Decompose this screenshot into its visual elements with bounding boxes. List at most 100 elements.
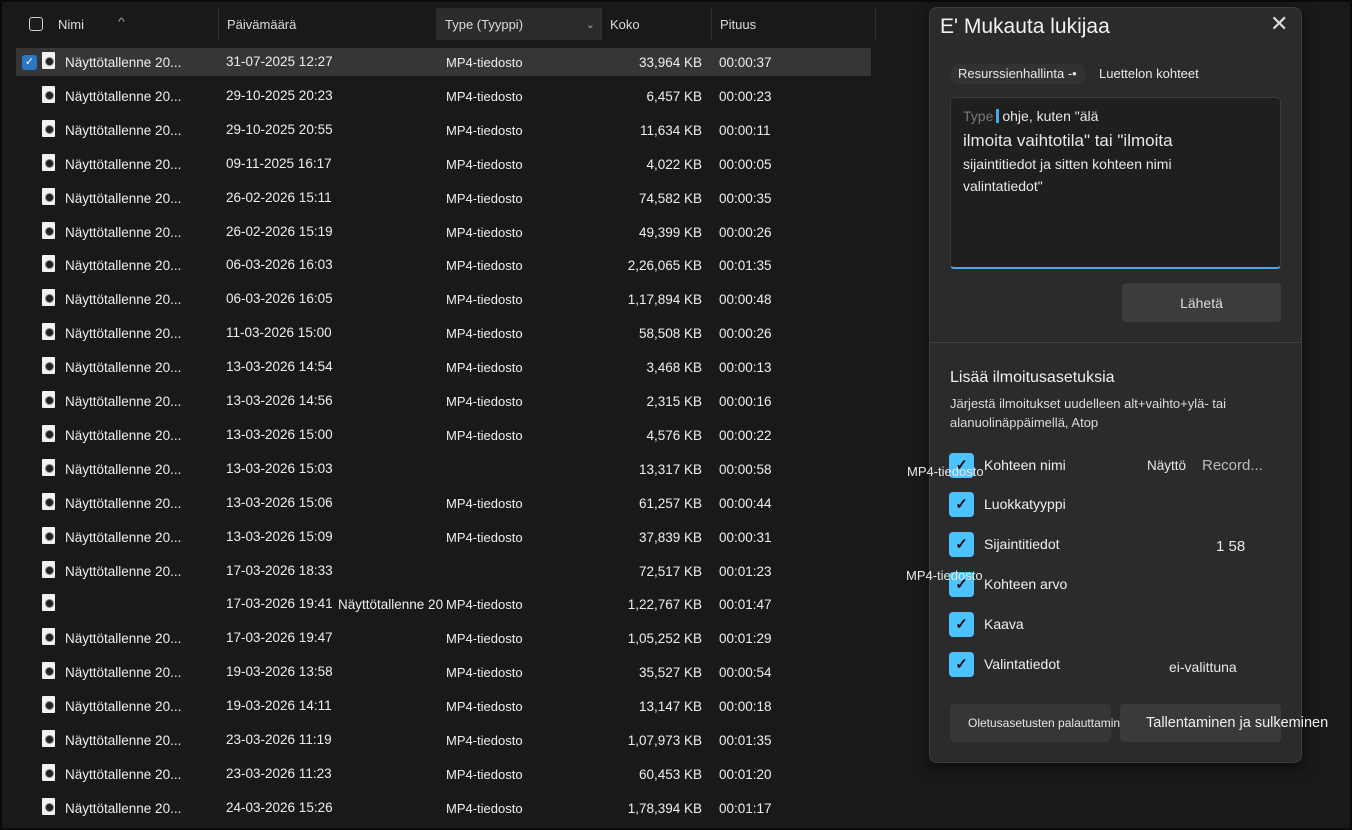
cell-size: 1,07,973 KB: [627, 733, 702, 748]
cell-date: 06-03-2026 16:03: [226, 257, 333, 272]
table-row[interactable]: Näyttötallenne 20... 19-03-2026 14:11 MP4-…: [16, 692, 871, 720]
cell-length: 00:00:48: [719, 292, 772, 307]
cell-length: 00:01:35: [719, 258, 772, 273]
dialog-title: E' Mukauta lukijaa: [940, 15, 1110, 38]
cell-length: 00:00:23: [719, 89, 772, 104]
divider: [930, 342, 1301, 343]
video-file-icon: [42, 493, 55, 510]
cell-type: MP4-tiedosto: [446, 89, 523, 104]
table-row[interactable]: Näyttötallenne 20... 13-03-2026 15:06 MP4-…: [16, 489, 871, 517]
cell-name: Näyttötallenne 20...: [65, 360, 182, 375]
cell-size: 60,453 KB: [638, 767, 702, 782]
cell-type: MP4-tiedosto: [446, 631, 523, 646]
select-all-checkbox[interactable]: [29, 17, 43, 31]
close-icon[interactable]: ✕: [1270, 11, 1288, 37]
cell-type: MP4-tiedosto: [446, 123, 523, 138]
video-file-icon: [42, 594, 55, 611]
cell-length: 00:00:13: [719, 360, 772, 375]
cell-length: 00:00:54: [719, 665, 772, 680]
customize-reader-dialog: E' Mukauta lukijaa ✕ Resurssienhallinta …: [906, 7, 1328, 763]
table-row[interactable]: 17-03-2026 19:41 MP4-tiedosto 1,22,767 KB 0…: [16, 590, 871, 618]
table-row[interactable]: Näyttötallenne 20... 26-02-2026 15:11 MP4-…: [16, 184, 871, 212]
table-row[interactable]: Näyttötallenne 20... 13-03-2026 14:54 MP4-…: [16, 353, 871, 381]
table-row[interactable]: Näyttötallenne 20... 11-03-2026 15:00 MP4-…: [16, 319, 871, 347]
table-row[interactable]: Näyttötallenne 20... 13-03-2026 15:03 13,3…: [16, 455, 871, 483]
row-checkbox-icon[interactable]: ✓: [22, 55, 37, 70]
cell-type: MP4-tiedosto: [446, 767, 523, 782]
cell-length: 00:00:37: [719, 55, 772, 70]
cell-size: 1,17,894 KB: [627, 292, 702, 307]
option-label: Kohteen nimi: [984, 457, 1066, 473]
table-row[interactable]: Näyttötallenne 20... 13-03-2026 14:56 MP4-…: [16, 387, 871, 415]
checkbox-checked-icon[interactable]: ✓: [949, 652, 974, 677]
video-file-icon: [42, 188, 55, 205]
cell-size: 11,634 KB: [639, 123, 702, 138]
pill-list-items[interactable]: Luettelon kohteet: [1099, 64, 1199, 84]
send-button[interactable]: Lähetä: [1122, 283, 1281, 322]
table-row[interactable]: Näyttötallenne 20... 26-02-2026 15:19 MP4-…: [16, 218, 871, 246]
cell-type: MP4-tiedosto: [446, 496, 523, 511]
cell-date: 13-03-2026 15:09: [226, 529, 333, 544]
cell-date: 26-02-2026 15:19: [226, 224, 333, 239]
pill-explorer[interactable]: Resurssienhallinta -•: [950, 64, 1086, 84]
cell-type: MP4-tiedosto: [446, 55, 523, 70]
table-row[interactable]: Näyttötallenne 20... 13-03-2026 15:09 MP4-…: [16, 523, 871, 551]
table-row[interactable]: Näyttötallenne 20... 24-03-2026 15:26 MP4-…: [16, 794, 871, 822]
checkbox-checked-icon[interactable]: ✓: [949, 492, 974, 517]
table-row[interactable]: Näyttötallenne 20... 23-03-2026 11:23 MP4-…: [16, 760, 871, 788]
cell-length: 00:01:35: [719, 733, 772, 748]
instruction-text-2: ilmoita vaihtotila" tai "ilmoita: [963, 130, 1173, 150]
column-header-length[interactable]: Pituus: [712, 8, 876, 40]
cell-date: 11-03-2026 15:00: [226, 325, 332, 340]
cell-length: 00:00:05: [719, 157, 772, 172]
chevron-down-icon[interactable]: ⌄: [586, 8, 595, 42]
column-header-name[interactable]: ^ Nimi: [16, 8, 219, 40]
cell-size: 35,527 KB: [638, 665, 702, 680]
cell-name: Näyttötallenne 20...: [65, 496, 182, 511]
cell-name: Näyttötallenne 20...: [65, 89, 182, 104]
checkbox-checked-icon[interactable]: ✓: [949, 612, 974, 637]
preview-type-1: MP4-tiedosto: [907, 464, 984, 479]
table-row[interactable]: Näyttötallenne 20... 29-10-2025 20:23 MP4-…: [16, 82, 871, 110]
table-row[interactable]: Näyttötallenne 20... 17-03-2026 18:33 72,5…: [16, 557, 871, 585]
video-file-icon: [42, 357, 55, 374]
save-and-close-button[interactable]: Tallentaminen ja sulkeminen: [1120, 704, 1328, 742]
cell-date: 09-11-2025 16:17: [226, 156, 332, 171]
video-file-icon: [42, 86, 55, 103]
table-row[interactable]: Näyttötallenne 20... 06-03-2026 16:05 MP4-…: [16, 285, 871, 313]
video-file-icon: [42, 662, 55, 679]
cell-name: Näyttötallenne 20...: [65, 157, 182, 172]
table-row[interactable]: Näyttötallenne 20... 09-11-2025 16:17 MP4-…: [16, 150, 871, 178]
column-header-date[interactable]: Päivämäärä: [219, 8, 437, 40]
table-row[interactable]: ✓ Näyttötallenne 20... 31-07-2025 12:27 MP4…: [16, 48, 871, 76]
file-list: ^ Nimi Päivämäärä Type (Tyyppi) ⌄ Koko P…: [16, 8, 876, 830]
instruction-input[interactable]: Type ohje, kuten "älä ilmoita vaihtotila"…: [950, 97, 1281, 269]
table-row[interactable]: Näyttötallenne 20... 23-03-2026 11:19 MP4-…: [16, 726, 871, 754]
video-file-icon: [42, 391, 55, 408]
instruction-text-1: ohje, kuten "älä: [1002, 108, 1099, 124]
checkbox-checked-icon[interactable]: ✓: [949, 532, 974, 557]
option-label: Sijaintitiedot: [984, 536, 1060, 552]
table-row[interactable]: Näyttötallenne 20... 19-03-2026 13:58 MP4-…: [16, 658, 871, 686]
cell-name: Näyttötallenne 20...: [65, 462, 182, 477]
cell-name: Näyttötallenne 20...: [65, 428, 182, 443]
table-row[interactable]: Näyttötallenne 20... 06-03-2026 16:03 MP4-…: [16, 251, 871, 279]
cell-date: 17-03-2026 18:33: [226, 563, 333, 578]
column-header-size[interactable]: Koko: [602, 8, 712, 40]
table-row[interactable]: Näyttötallenne 20... 17-03-2026 19:47 MP4-…: [16, 624, 871, 652]
reset-defaults-button[interactable]: Oletusasetusten palauttaminen: [950, 704, 1133, 742]
table-row[interactable]: Näyttötallenne 20... 29-10-2025 20:55 MP4-…: [16, 116, 871, 144]
cell-name: Näyttötallenne 20...: [65, 665, 182, 680]
table-row[interactable]: Näyttötallenne 20... 13-03-2026 15:00 MP4-…: [16, 421, 871, 449]
cell-name: Näyttötallenne 20...: [65, 767, 182, 782]
column-header-length-label: Pituus: [720, 17, 757, 32]
column-header-size-label: Koko: [610, 17, 640, 32]
cell-name: Näyttötallenne 20...: [65, 225, 182, 240]
text-caret: [996, 109, 1000, 123]
video-file-icon: [42, 222, 55, 239]
preview-type-2: MP4-tiedosto: [906, 568, 983, 583]
cell-name: Näyttötallenne 20...: [65, 326, 182, 341]
cell-name: Näyttötallenne 20...: [65, 699, 182, 714]
column-header-type[interactable]: Type (Tyyppi) ⌄: [437, 8, 602, 40]
cell-name: Näyttötallenne 20...: [65, 55, 182, 70]
